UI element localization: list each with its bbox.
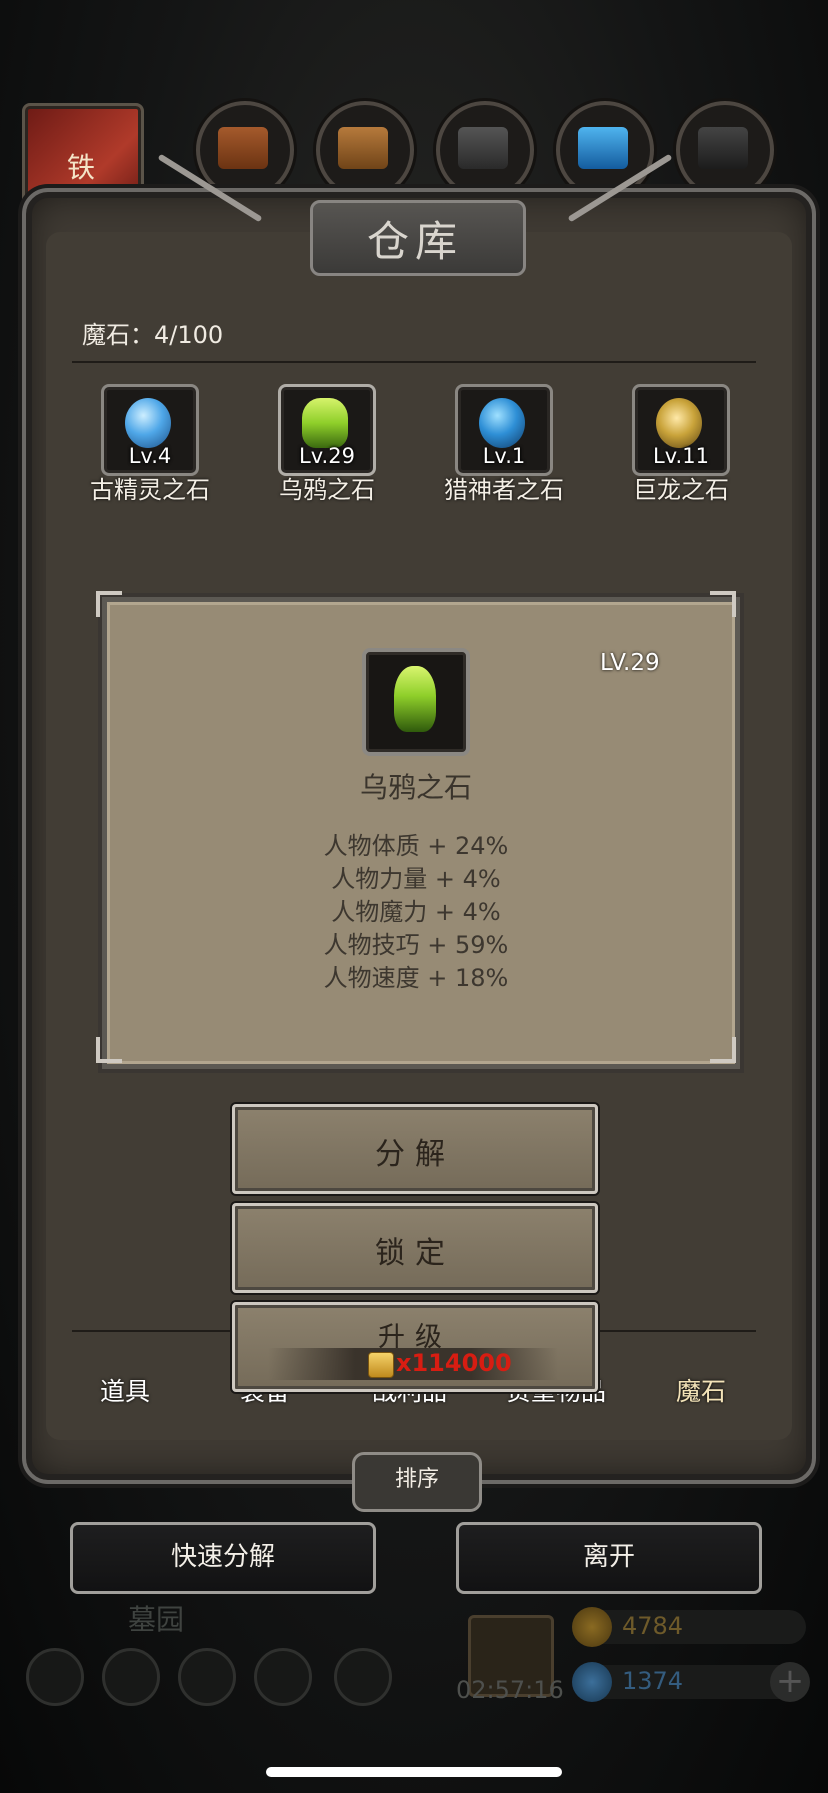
gem-name: 巨龙之石: [633, 476, 729, 504]
page-title: 仓库: [366, 217, 463, 266]
gold-value: 4784: [622, 1612, 684, 1640]
mail-icon[interactable]: [254, 1648, 312, 1706]
panel-corner: [710, 1037, 736, 1063]
gem-slot-raven[interactable]: Lv.29: [278, 384, 378, 478]
stat-line: 人物魔力 + 4%: [331, 898, 501, 926]
quick-decompose-button[interactable]: 快速分解: [70, 1522, 376, 1594]
panel-corner: [710, 591, 736, 617]
divider: [72, 361, 756, 363]
gem-level: Lv.1: [482, 444, 526, 468]
diamond-icon: [572, 1662, 612, 1702]
lock-button[interactable]: 锁定: [232, 1203, 598, 1293]
gem-level: Lv.4: [128, 444, 172, 468]
panel-corner: [96, 1037, 122, 1063]
iron-icon: [436, 101, 534, 199]
gift-timer: 02:57:16: [456, 1676, 564, 1704]
decompose-button[interactable]: 分解: [232, 1104, 598, 1194]
god-hunter-stone-icon: [479, 398, 525, 448]
stat-line: 人物速度 + 18%: [323, 964, 509, 992]
map-icon[interactable]: [334, 1648, 392, 1706]
decompose-label: 分解: [375, 1137, 455, 1172]
gem-name: 古精灵之石: [90, 476, 210, 504]
gem-slot-ancient-elf[interactable]: Lv.4: [101, 384, 201, 478]
shop-icon[interactable]: [178, 1648, 236, 1706]
selected-gem-name: 乌鸦之石: [359, 771, 472, 804]
stat-line: 人物体质 + 24%: [323, 832, 509, 860]
leave-button[interactable]: 离开: [456, 1522, 762, 1594]
tab-items[interactable]: 道具: [100, 1372, 150, 1408]
tab-magic-stones[interactable]: 魔石: [676, 1372, 726, 1408]
ancient-elf-stone-icon: [125, 398, 171, 448]
selected-gem-icon: [362, 648, 470, 756]
gem-slot-god-hunter[interactable]: Lv.1: [455, 384, 555, 478]
stone-icon: [676, 101, 774, 199]
gem-level: Lv.11: [653, 444, 709, 468]
gem-name: 猎神者之石: [444, 476, 564, 504]
gem-slot-dragon[interactable]: Lv.11: [632, 384, 732, 478]
selected-gem-level: LV.29: [600, 650, 660, 676]
wood-icon: [316, 101, 414, 199]
gem-name: 乌鸦之石: [279, 476, 375, 504]
settings-icon[interactable]: [26, 1648, 84, 1706]
gold-icon: [572, 1607, 612, 1647]
panel-corner: [96, 591, 122, 617]
diamond-value: 1374: [622, 1667, 684, 1695]
upgrade-cost: x114000: [396, 1349, 512, 1377]
achievement-icon[interactable]: [102, 1648, 160, 1706]
stat-line: 人物技巧 + 59%: [323, 931, 509, 959]
gold-coin-icon: [368, 1352, 394, 1378]
gem-count-label: 魔石：4/100: [82, 321, 224, 349]
dragon-stone-icon: [656, 398, 702, 448]
gem-level: Lv.29: [299, 444, 355, 468]
add-currency-button[interactable]: +: [770, 1662, 810, 1702]
sort-button[interactable]: 排序: [352, 1452, 482, 1512]
lock-label: 锁定: [375, 1236, 455, 1271]
crystal-icon: [556, 101, 654, 199]
raven-stone-icon: [302, 398, 348, 448]
location-label: 墓园: [128, 1603, 185, 1636]
stat-line: 人物力量 + 4%: [331, 865, 501, 893]
home-indicator[interactable]: [266, 1767, 562, 1777]
raven-stone-icon: [394, 666, 436, 732]
